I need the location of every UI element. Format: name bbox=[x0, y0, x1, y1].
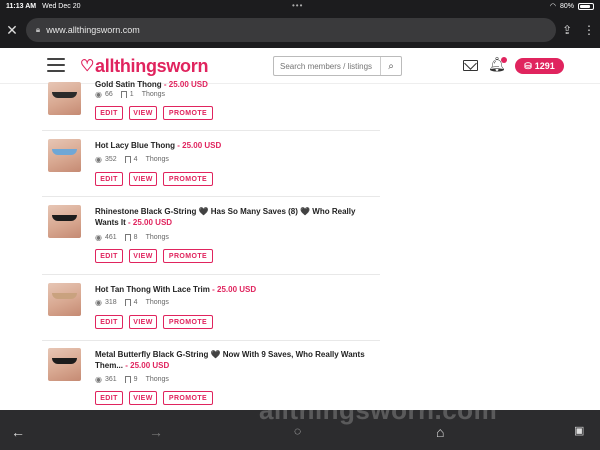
edit-button[interactable]: EDIT bbox=[95, 249, 123, 263]
listing-title[interactable]: Gold Satin Thong - 25.00 USD bbox=[95, 79, 380, 90]
listing-item: Hot Tan Thong With Lace Trim - 25.00 USD… bbox=[42, 275, 380, 341]
view-button[interactable]: VIEW bbox=[129, 315, 157, 329]
battery-icon bbox=[578, 2, 594, 10]
views-count: 66 bbox=[104, 91, 113, 98]
saves-count: 8 bbox=[133, 234, 138, 241]
saves-count: 1 bbox=[129, 91, 134, 98]
search-icon[interactable]: ⌕ bbox=[380, 57, 401, 75]
mail-icon[interactable] bbox=[463, 60, 478, 71]
category-label: Thongs bbox=[145, 234, 169, 241]
edit-button[interactable]: EDIT bbox=[95, 106, 123, 120]
listing-item: Hot Lacy Blue Thong - 25.00 USD ◉ 352 4 T… bbox=[42, 131, 380, 197]
view-button[interactable]: VIEW bbox=[129, 249, 157, 263]
status-date: Wed Dec 20 bbox=[42, 2, 81, 10]
listing-meta: ◉ 461 8 Thongs bbox=[95, 233, 169, 242]
listing-item: Rhinestone Black G-String 🖤 Has So Many … bbox=[42, 197, 380, 275]
eye-icon: ◉ bbox=[95, 298, 102, 307]
category-label: Thongs bbox=[141, 91, 166, 98]
listing-meta: ◉ 318 4 Thongs bbox=[95, 298, 169, 307]
edit-button[interactable]: EDIT bbox=[95, 391, 123, 405]
google-lens-icon[interactable]: ◌ bbox=[294, 424, 301, 438]
views-count: 318 bbox=[104, 299, 117, 306]
promote-button[interactable]: PROMOTE bbox=[163, 106, 213, 120]
bookmark-icon bbox=[124, 234, 131, 241]
listing-meta: ◉ 352 4 Thongs bbox=[95, 155, 169, 164]
view-button[interactable]: VIEW bbox=[129, 172, 157, 186]
address-bar[interactable]: 🔒︎ www.allthingsworn.com bbox=[25, 18, 557, 42]
url-text[interactable]: www.allthingsworn.com bbox=[46, 25, 140, 35]
listing-thumbnail[interactable] bbox=[48, 82, 81, 115]
notification-dot bbox=[501, 57, 507, 63]
eye-icon: ◉ bbox=[95, 375, 102, 384]
more-options-icon[interactable]: ⋮ bbox=[578, 23, 600, 37]
listing-meta: ◉ 66 1 Thongs bbox=[95, 90, 165, 99]
forward-icon[interactable]: → bbox=[149, 424, 163, 440]
views-count: 352 bbox=[104, 156, 117, 163]
multitask-dots-icon[interactable]: ••• bbox=[292, 1, 303, 10]
edit-button[interactable]: EDIT bbox=[95, 315, 123, 329]
bookmark-icon bbox=[120, 91, 127, 98]
bookmark-icon bbox=[124, 299, 131, 306]
promote-button[interactable]: PROMOTE bbox=[163, 391, 213, 405]
close-tab-icon[interactable]: ✕ bbox=[0, 22, 24, 39]
listing-title[interactable]: Metal Butterfly Black G-String 🖤 Now Wit… bbox=[95, 349, 380, 371]
status-time: 11:13 AM bbox=[6, 2, 37, 10]
eye-icon: ◉ bbox=[95, 90, 102, 99]
listing-title[interactable]: Rhinestone Black G-String 🖤 Has So Many … bbox=[95, 206, 380, 228]
home-icon[interactable]: ⌂ bbox=[436, 424, 444, 440]
listing-thumbnail[interactable] bbox=[48, 205, 81, 238]
listing-item: Gold Satin Thong - 25.00 USD ◉ 66 1 Thong… bbox=[42, 68, 380, 131]
category-label: Thongs bbox=[145, 376, 169, 383]
bookmark-icon bbox=[124, 376, 131, 383]
battery-percent: 80% bbox=[559, 2, 574, 10]
saves-count: 9 bbox=[133, 376, 138, 383]
promote-button[interactable]: PROMOTE bbox=[163, 249, 213, 263]
eye-icon: ◉ bbox=[95, 233, 102, 242]
saves-count: 4 bbox=[133, 156, 138, 163]
views-count: 461 bbox=[104, 234, 117, 241]
views-count: 361 bbox=[104, 376, 117, 383]
listing-title[interactable]: Hot Lacy Blue Thong - 25.00 USD bbox=[95, 140, 380, 151]
wifi-icon: ◠ bbox=[549, 3, 556, 10]
view-button[interactable]: VIEW bbox=[129, 106, 157, 120]
bookmark-icon bbox=[124, 156, 131, 163]
view-button[interactable]: VIEW bbox=[129, 391, 157, 405]
saves-count: 4 bbox=[133, 299, 138, 306]
listing-meta: ◉ 361 9 Thongs bbox=[95, 375, 169, 384]
listing-title[interactable]: Hot Tan Thong With Lace Trim - 25.00 USD bbox=[95, 284, 380, 295]
status-bar: 11:13 AM Wed Dec 20 ••• ◠ 80% bbox=[0, 0, 600, 12]
tokens-count: 1291 bbox=[534, 61, 555, 71]
lock-icon: 🔒︎ bbox=[35, 25, 41, 34]
tabs-icon[interactable]: ▣ bbox=[574, 424, 584, 437]
promote-button[interactable]: PROMOTE bbox=[163, 315, 213, 329]
category-label: Thongs bbox=[145, 299, 169, 306]
edit-button[interactable]: EDIT bbox=[95, 172, 123, 186]
listing-thumbnail[interactable] bbox=[48, 283, 81, 316]
eye-icon: ◉ bbox=[95, 155, 102, 164]
coins-icon: ⛁ bbox=[524, 60, 532, 71]
listing-thumbnail[interactable] bbox=[48, 139, 81, 172]
share-icon[interactable]: ⇪ bbox=[556, 23, 578, 37]
promote-button[interactable]: PROMOTE bbox=[163, 172, 213, 186]
tokens-button[interactable]: ⛁ 1291 bbox=[515, 58, 564, 74]
back-icon[interactable]: ← bbox=[11, 424, 25, 440]
category-label: Thongs bbox=[145, 156, 169, 163]
watermark: allthingsworn.com bbox=[259, 395, 498, 425]
listing-thumbnail[interactable] bbox=[48, 348, 81, 381]
browser-toolbar: ✕ 🔒︎ www.allthingsworn.com ⇪ ⋮ bbox=[0, 12, 600, 48]
